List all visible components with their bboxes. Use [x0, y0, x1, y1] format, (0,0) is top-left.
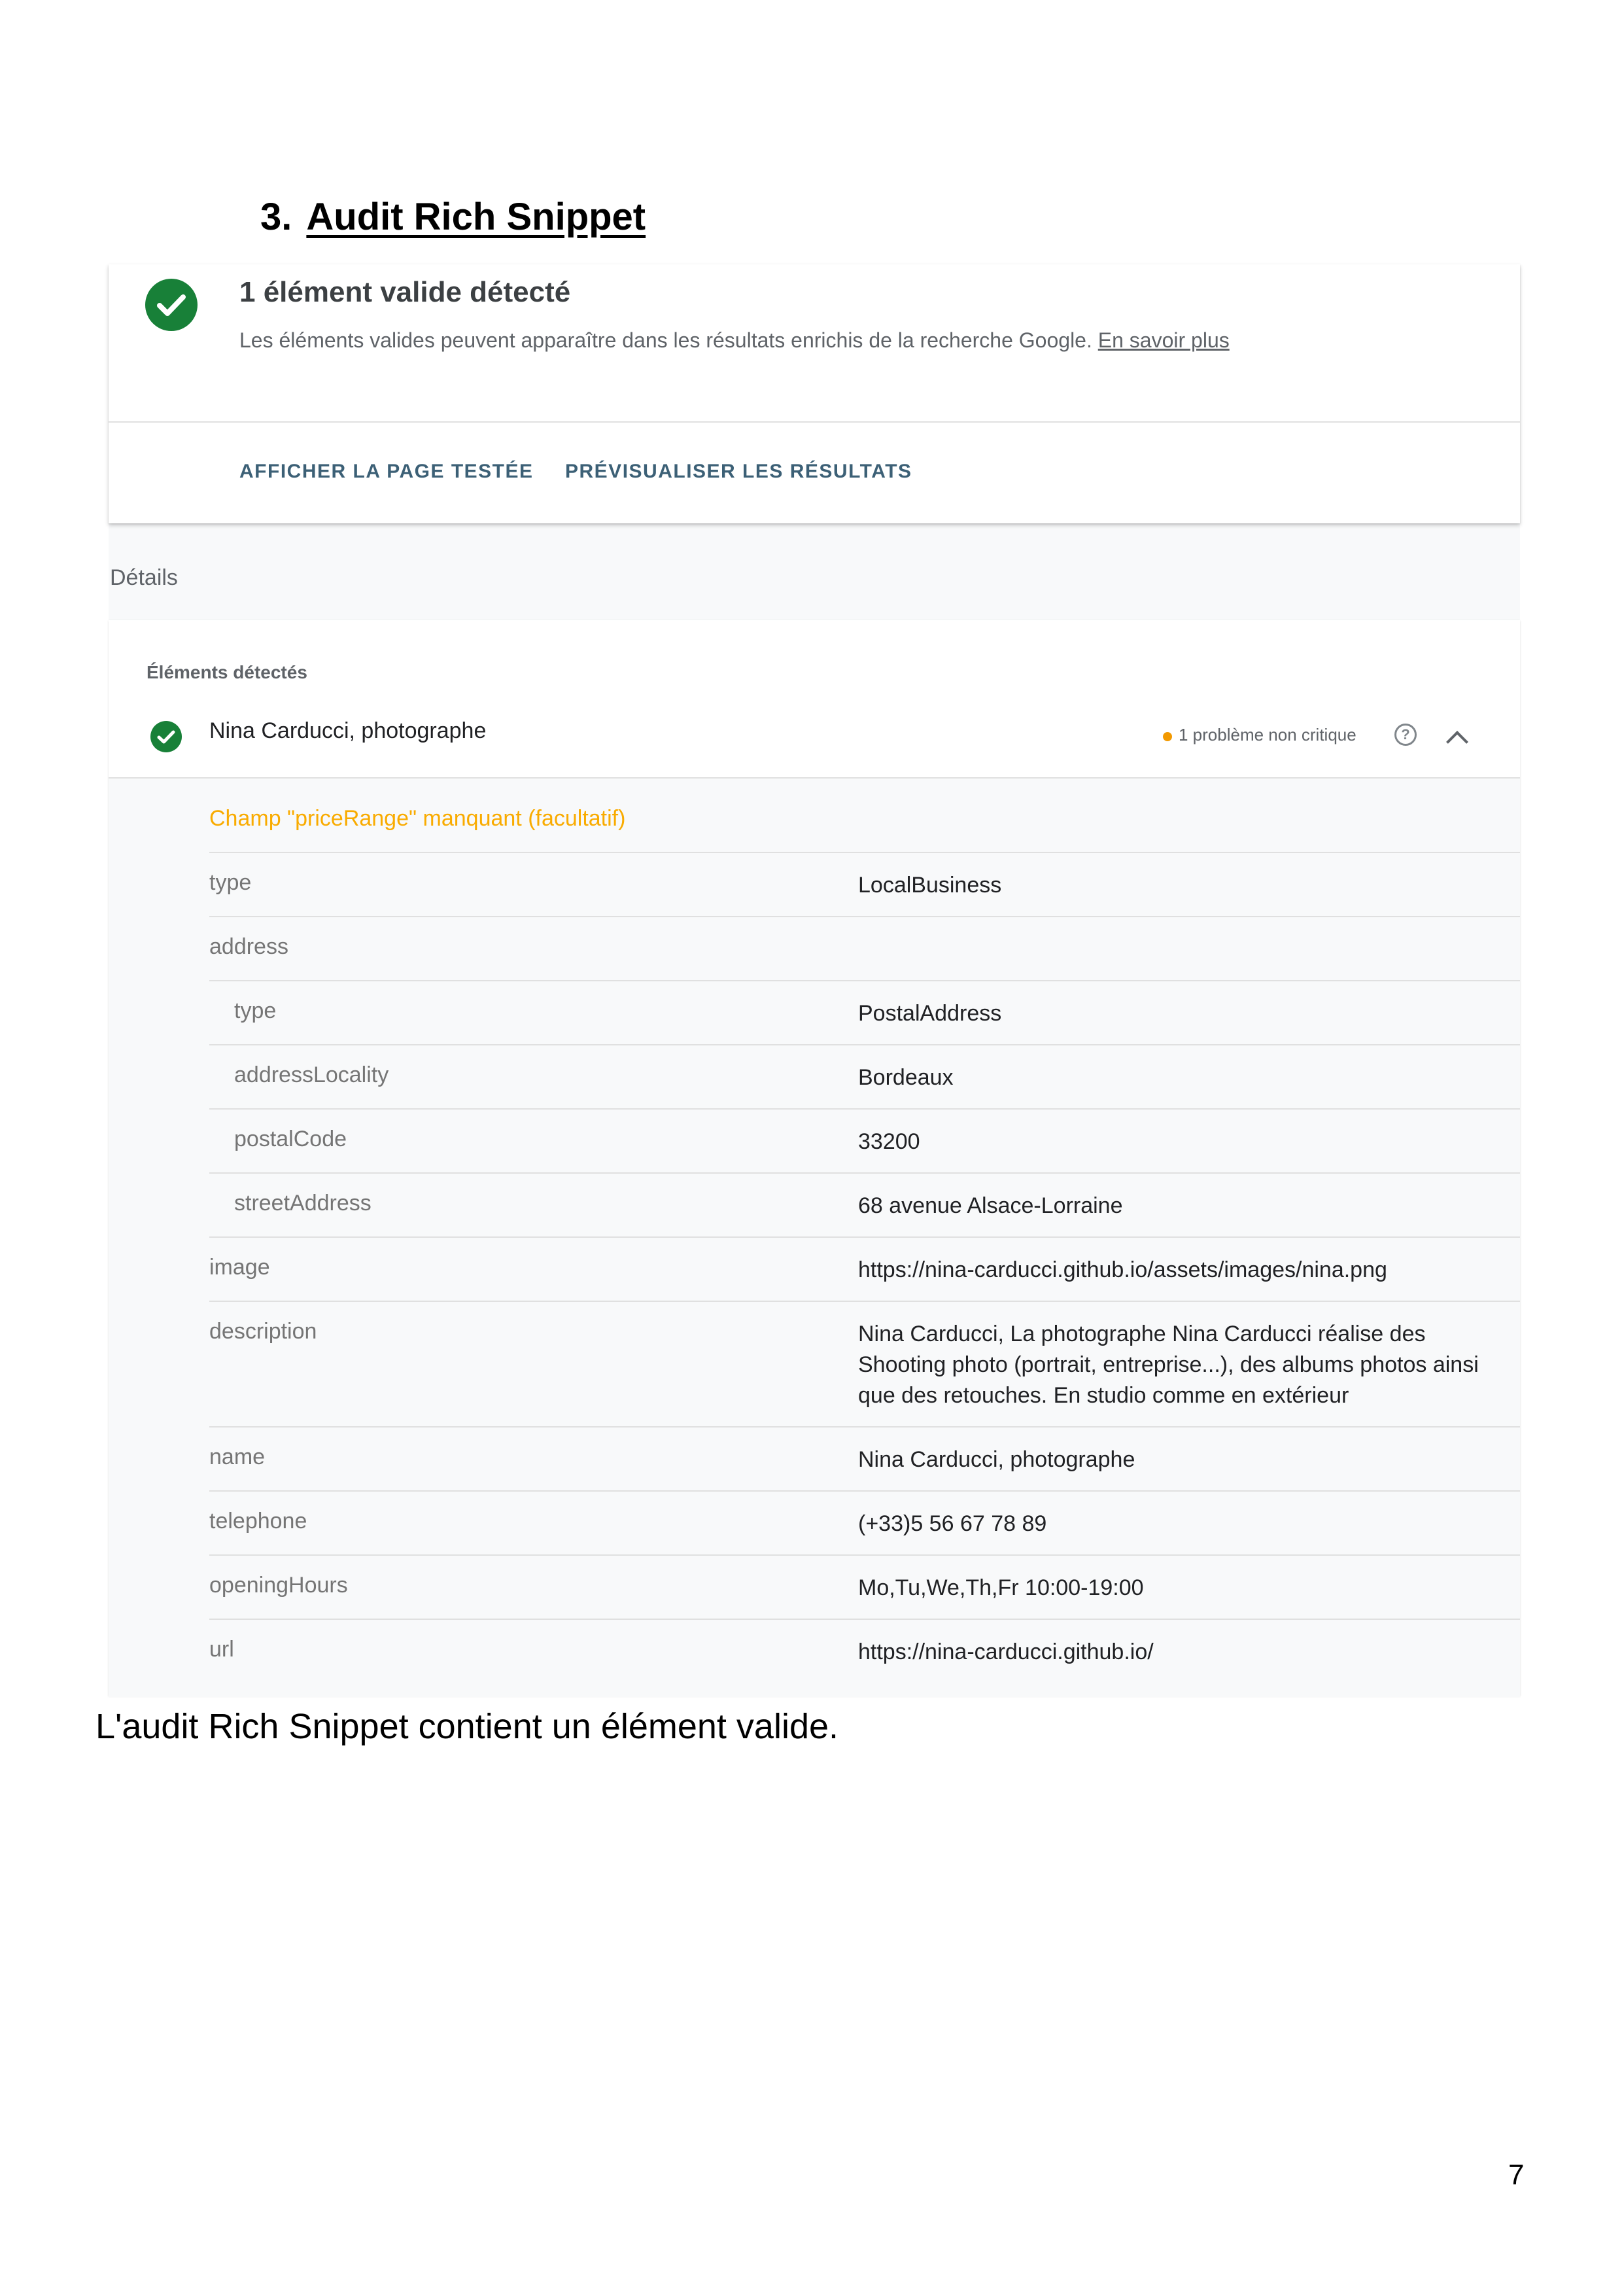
card-divider: [109, 421, 1520, 423]
chevron-up-icon[interactable]: [1446, 731, 1468, 753]
field-value: Bordeaux: [858, 1065, 954, 1090]
caption: L'audit Rich Snippet contient un élément…: [95, 1707, 839, 1746]
field-key: telephone: [209, 1509, 307, 1533]
field-value: LocalBusiness: [858, 873, 1002, 898]
field-value: Nina Carducci, photographe: [858, 1447, 1135, 1472]
details-label: Détails: [110, 565, 178, 590]
table-row: openingHours Mo,Tu,We,Th,Fr 10:00-19:00: [209, 1554, 1520, 1619]
table-row: type PostalAddress: [209, 980, 1520, 1044]
field-key: image: [209, 1255, 270, 1280]
field-key: streetAddress: [234, 1191, 371, 1216]
table-row: address: [209, 916, 1520, 980]
field-value: https://nina-carducci.github.io/assets/i…: [858, 1257, 1387, 1282]
table-row: addressLocality Bordeaux: [209, 1044, 1520, 1108]
field-key: addressLocality: [234, 1062, 389, 1087]
field-key: type: [234, 998, 277, 1023]
field-value: https://nina-carducci.github.io/: [858, 1639, 1154, 1664]
section-heading: 3. Audit Rich Snippet: [260, 195, 646, 239]
summary-description-text: Les éléments valides peuvent apparaître …: [239, 328, 1092, 352]
summary-title: 1 élément valide détecté: [239, 276, 571, 308]
view-tested-page-button[interactable]: AFFICHER LA PAGE TESTÉE: [239, 461, 534, 483]
field-value: Mo,Tu,We,Th,Fr 10:00-19:00: [858, 1575, 1144, 1600]
section-number: 3.: [260, 196, 292, 238]
field-key: description: [209, 1319, 317, 1344]
table-row: name Nina Carducci, photographe: [209, 1426, 1520, 1490]
summary-description: Les éléments valides peuvent apparaître …: [239, 324, 1260, 356]
warning-message: Champ "priceRange" manquant (facultatif): [209, 806, 626, 831]
table-row: telephone (+33)5 56 67 78 89: [209, 1490, 1520, 1554]
field-value: PostalAddress: [858, 1001, 1002, 1026]
detected-items-label: Éléments détectés: [147, 662, 307, 682]
field-value: (+33)5 56 67 78 89: [858, 1511, 1047, 1536]
field-key: postalCode: [234, 1127, 347, 1151]
table-row: type LocalBusiness: [209, 852, 1520, 916]
table-row: url https://nina-carducci.github.io/: [209, 1619, 1520, 1683]
learn-more-link[interactable]: En savoir plus: [1098, 328, 1230, 352]
check-circle-icon: [150, 721, 182, 752]
field-value: Nina Carducci, La photographe Nina Cardu…: [858, 1322, 1479, 1408]
detected-items-card: Éléments détectés Nina Carducci, photogr…: [109, 620, 1520, 1697]
field-key: address: [209, 934, 288, 959]
table-row: description Nina Carducci, La photograph…: [209, 1301, 1520, 1426]
field-value: 68 avenue Alsace-Lorraine: [858, 1193, 1123, 1218]
preview-results-button[interactable]: PRÉVISUALISER LES RÉSULTATS: [565, 461, 912, 483]
item-name[interactable]: Nina Carducci, photographe: [209, 718, 486, 744]
field-key: openingHours: [209, 1573, 348, 1598]
page-number: 7: [1508, 2159, 1525, 2191]
table-row: postalCode 33200: [209, 1108, 1520, 1172]
field-value: 33200: [858, 1129, 920, 1154]
table-row: image https://nina-carducci.github.io/as…: [209, 1236, 1520, 1301]
field-key: name: [209, 1445, 266, 1469]
warning-dot-icon: [1163, 732, 1172, 741]
item-details-panel: Champ "priceRange" manquant (facultatif)…: [109, 777, 1520, 1697]
issue-count: 1 problème non critique: [1179, 725, 1356, 745]
section-title: Audit Rich Snippet: [306, 196, 646, 238]
rich-results-screenshot: 1 élément valide détecté Les éléments va…: [109, 264, 1520, 1697]
field-key: type: [209, 870, 252, 895]
field-table: type LocalBusiness address type PostalAd…: [209, 852, 1520, 1683]
field-key: url: [209, 1637, 234, 1662]
summary-card: 1 élément valide détecté Les éléments va…: [109, 264, 1520, 523]
help-circle-icon[interactable]: ?: [1394, 724, 1417, 746]
check-circle-icon: [145, 279, 198, 331]
table-row: streetAddress 68 avenue Alsace-Lorraine: [209, 1172, 1520, 1236]
